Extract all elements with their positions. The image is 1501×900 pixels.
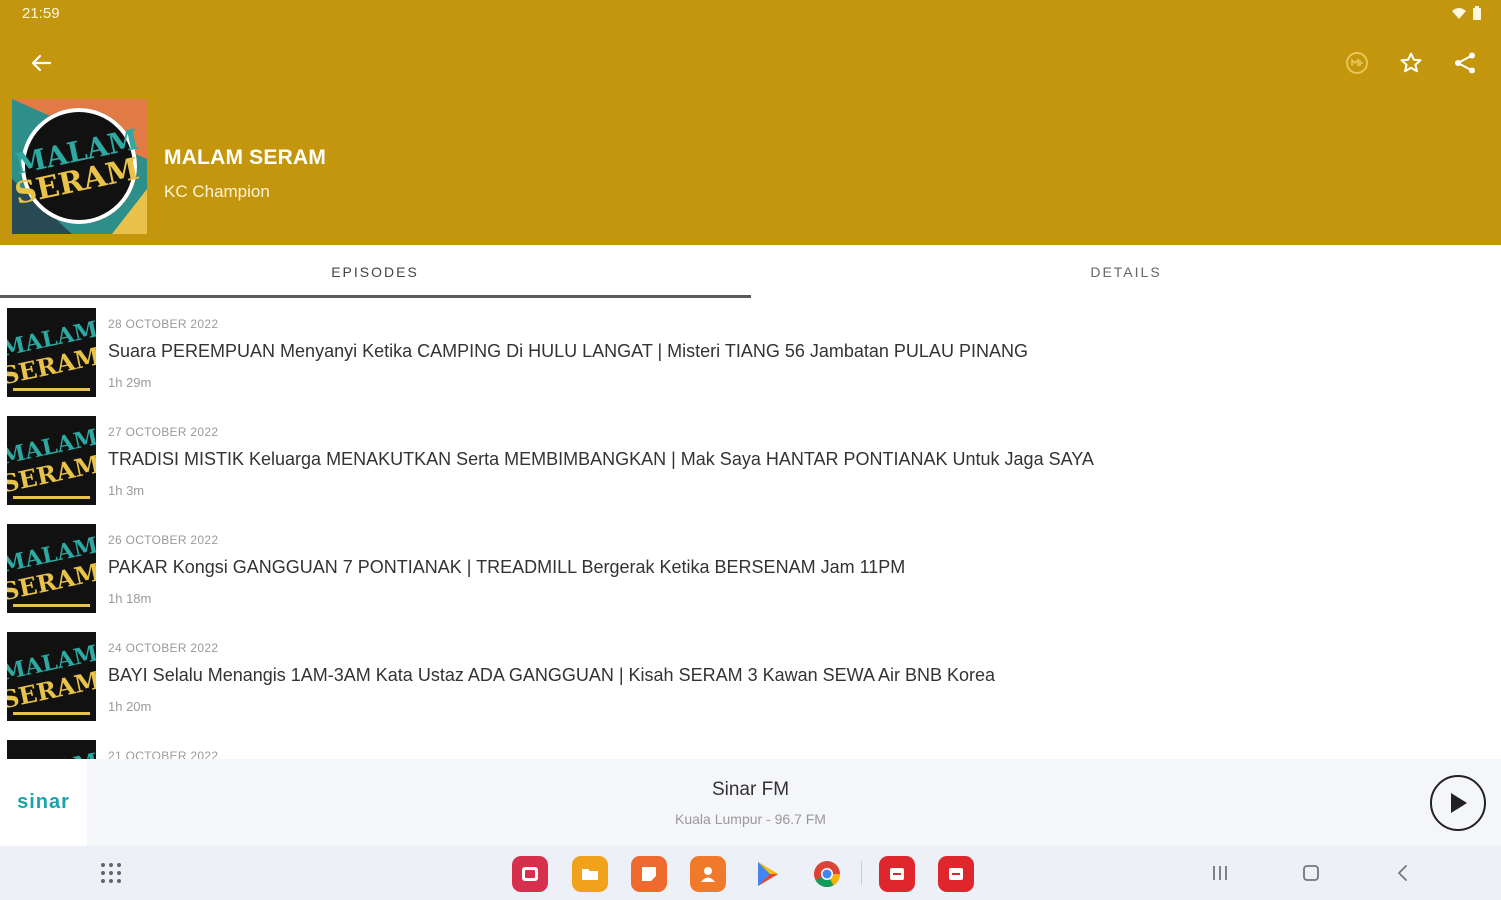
play-icon — [1451, 793, 1467, 813]
castbox-app-2-icon[interactable] — [938, 856, 974, 892]
recents-button[interactable] — [1205, 858, 1235, 888]
episode-title: TRADISI MISTIK Keluarga MENAKUTKAN Serta… — [108, 449, 1094, 469]
tab-episodes[interactable]: EPISODES — [0, 245, 750, 299]
episode-duration: 1h 3m — [108, 483, 145, 498]
episode-item[interactable]: MALAM SERAM 26 OCTOBER 2022 PAKAR Kongsi … — [0, 515, 1501, 623]
mini-player[interactable]: sinar Sinar FM Kuala Lumpur - 96.7 FM — [0, 759, 1501, 846]
podcast-author: KC Champion — [164, 182, 270, 201]
status-time: 21:59 — [22, 5, 60, 22]
back-button[interactable] — [24, 46, 58, 80]
podcast-title: MALAM SERAM — [164, 146, 327, 169]
favorite-button[interactable] — [1394, 46, 1428, 80]
episode-date: 26 OCTOBER 2022 — [108, 533, 219, 547]
app-header: 21:59 MALAM SERAM MALAM SERAM KC Champio… — [0, 0, 1501, 245]
episode-item[interactable]: MALAM 21 OCTOBER 2022 — [0, 731, 1501, 759]
app-grid-icon — [101, 863, 121, 883]
episode-thumbnail: MALAM SERAM — [7, 632, 96, 721]
podcast-cover-art: MALAM SERAM — [12, 99, 147, 234]
tab-details[interactable]: DETAILS — [751, 245, 1501, 299]
share-button[interactable] — [1448, 46, 1482, 80]
station-name: Sinar FM — [711, 779, 790, 800]
episode-title: BAYI Selalu Menangis 1AM-3AM Kata Ustaz … — [108, 665, 996, 685]
contacts-app-icon[interactable] — [690, 856, 726, 892]
tab-selected-indicator — [0, 295, 751, 298]
recents-icon — [1213, 866, 1227, 880]
episode-item[interactable]: MALAM SERAM 27 OCTOBER 2022 TRADISI MISTI… — [0, 407, 1501, 515]
gallery-app-icon[interactable] — [512, 856, 548, 892]
episode-duration: 1h 20m — [108, 699, 152, 714]
episode-title: Suara PEREMPUAN Menyanyi Ketika CAMPING … — [108, 341, 1028, 361]
episode-thumbnail: MALAM — [7, 740, 96, 759]
episode-thumbnail: MALAM SERAM — [7, 308, 96, 397]
back-arrow-icon — [31, 54, 52, 72]
episode-date: 21 OCTOBER 2022 — [108, 749, 219, 759]
episode-duration: 1h 29m — [108, 375, 152, 390]
tab-bar: EPISODES DETAILS — [0, 245, 1501, 299]
home-button[interactable] — [1296, 858, 1326, 888]
episode-title: PAKAR Kongsi GANGGUAN 7 PONTIANAK | TREA… — [108, 557, 906, 577]
my-files-app-icon[interactable] — [572, 856, 608, 892]
notes-app-icon[interactable] — [631, 856, 667, 892]
episode-date: 28 OCTOBER 2022 — [108, 317, 219, 331]
system-back-button[interactable] — [1388, 858, 1418, 888]
chrome-app-icon[interactable] — [809, 856, 845, 892]
play-store-app-icon[interactable] — [750, 856, 786, 892]
chevron-left-icon — [1398, 865, 1407, 881]
battery-icon — [1473, 6, 1481, 20]
star-icon — [1400, 52, 1422, 73]
dock-separator — [861, 861, 862, 885]
auto-download-button[interactable] — [1340, 46, 1374, 80]
system-taskbar — [0, 846, 1501, 900]
castbox-app-icon[interactable] — [879, 856, 915, 892]
episode-thumbnail: MALAM SERAM — [7, 416, 96, 505]
station-subtitle: Kuala Lumpur - 96.7 FM — [675, 811, 826, 827]
episode-date: 24 OCTOBER 2022 — [108, 641, 219, 655]
episode-list[interactable]: MALAM SERAM 28 OCTOBER 2022 Suara PEREMPU… — [0, 299, 1501, 759]
status-icons — [1451, 6, 1481, 20]
episode-item[interactable]: MALAM SERAM 28 OCTOBER 2022 Suara PEREMPU… — [0, 299, 1501, 407]
wifi-icon — [1452, 8, 1466, 19]
home-icon — [1303, 865, 1319, 881]
station-logo: sinar — [0, 759, 87, 846]
app-drawer-button[interactable] — [98, 860, 124, 886]
episode-duration: 1h 18m — [108, 591, 152, 606]
episode-thumbnail: MALAM SERAM — [7, 524, 96, 613]
play-button[interactable] — [1430, 775, 1486, 831]
share-icon — [1455, 52, 1475, 74]
auto-download-icon — [1346, 52, 1368, 74]
episode-date: 27 OCTOBER 2022 — [108, 425, 219, 439]
episode-item[interactable]: MALAM SERAM 24 OCTOBER 2022 BAYI Selalu M… — [0, 623, 1501, 731]
